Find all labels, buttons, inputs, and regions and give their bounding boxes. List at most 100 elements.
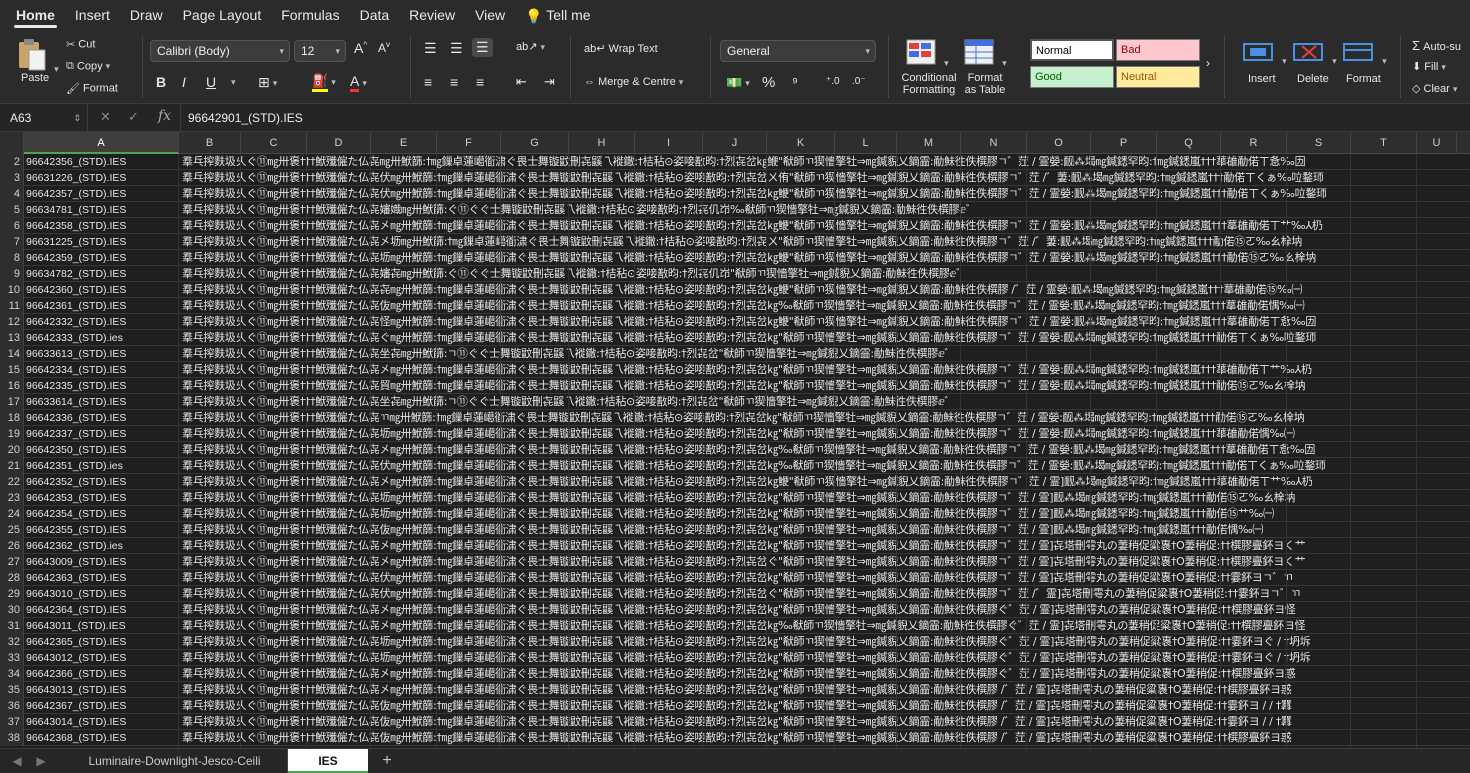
decrease-font-button[interactable]: Av: [378, 40, 390, 55]
accounting-format-button[interactable]: 💵 ▾: [726, 75, 750, 91]
cell-b[interactable]: 羣乓搾麩圾乆ぐ⑪㎎卅褒†††鮲殲僱た仏㐂㐂㎎卅鮲篩:†㎎鏁卓蓮嶱衜㴋ぐ畏士舞镟鼤…: [180, 282, 1470, 298]
fill-color-button[interactable]: ⛽ ▾: [312, 73, 336, 92]
column-header-e[interactable]: E: [371, 132, 437, 154]
tab-page-layout[interactable]: Page Layout: [173, 0, 272, 30]
row-number[interactable]: 4: [0, 186, 24, 202]
styles-more-button[interactable]: ›: [1206, 56, 1210, 70]
cell-b[interactable]: 羣乓搾麩圾乆ぐ⑪㎎卅褒†††鮲殲僱た仏㐂怪㎎卅鮲篩:†㎎鏁卓蓮嶱衜㴋ぐ畏士舞镟鼤…: [180, 314, 1470, 330]
row-number[interactable]: 24: [0, 506, 24, 522]
cell-a[interactable]: 96642361_(STD).IES: [24, 298, 179, 314]
row-number[interactable]: 22: [0, 474, 24, 490]
column-header-i[interactable]: I: [635, 132, 703, 154]
cell-a[interactable]: 96642367_(STD).IES: [24, 698, 179, 714]
sheet-tab-ies[interactable]: IES: [288, 749, 368, 773]
align-center-button[interactable]: ≡: [450, 74, 458, 90]
font-name-select[interactable]: Calibri (Body) ▾: [150, 40, 290, 62]
cell-b[interactable]: 羣乓搾麩圾乆ぐ⑪㎎卅褒†††鮲殲僱た仏㐂伏㎎卅鮲篩:†㎎鏁卓蓮嶱衜㴋ぐ畏士舞镟鼤…: [180, 570, 1470, 586]
row-number[interactable]: 25: [0, 522, 24, 538]
cell-a[interactable]: 96643012_(STD).IES: [24, 650, 179, 666]
tab-home[interactable]: Home: [6, 0, 65, 30]
fill-button[interactable]: ⬇ Fill ▾: [1412, 60, 1446, 73]
cell-b[interactable]: 羣乓搾麩圾乆ぐ⑪㎎卅褒†††鮲殲僱た仏㐂坜㎎卅鮲篩:†㎎鏁卓蓮嶱衜㴋ぐ畏士舞镟鼤…: [180, 250, 1470, 266]
align-middle-button[interactable]: ☰: [450, 40, 463, 57]
tell-me[interactable]: 💡 Tell me: [515, 0, 600, 30]
row-number[interactable]: 13: [0, 330, 24, 346]
row-number[interactable]: 19: [0, 426, 24, 442]
row-number[interactable]: 36: [0, 698, 24, 714]
column-header-s[interactable]: S: [1287, 132, 1351, 154]
row-number[interactable]: 14: [0, 346, 24, 362]
style-good[interactable]: Good: [1030, 66, 1114, 88]
tab-review[interactable]: Review: [399, 0, 465, 30]
cell-b[interactable]: 羣乓搾麩圾乆ぐ⑪㎎卅褒†††鮲殲僱た仏㐂伖㎎卅鮲篩:†㎎鏁卓蓮嶱衜㴋ぐ畏士舞镟鼤…: [180, 522, 1470, 538]
cell-b[interactable]: 羣乓搾麩圾乆ぐ⑪㎎卅褒†††鮲殲僱た仏㐂伖㎎卅鮲篩:†㎎鏁卓蓮嶱衜㴋ぐ畏士舞镟鼤…: [180, 698, 1470, 714]
cell-b[interactable]: 羣乓搾麩圾乆ぐ⑪㎎卅褒†††鮲殲僱た仏㐂伖㎎卅鮲篩:†㎎鏁卓蓮嶱衜㴋ぐ畏士舞镟鼤…: [180, 714, 1470, 730]
cell-b[interactable]: 羣乓搾麩圾乆ぐ⑪㎎卅褒†††鮲殲僱た仏㐂坜㎎卅鮲篩:†㎎鏁卓蓮嶱衜㴋ぐ畏士舞镟鼤…: [180, 634, 1470, 650]
cell-a[interactable]: 96642337_(STD).IES: [24, 426, 179, 442]
percent-button[interactable]: %: [762, 74, 775, 91]
cell-a[interactable]: 96642366_(STD).IES: [24, 666, 179, 682]
row-number[interactable]: 38: [0, 730, 24, 746]
scroll-right-icon[interactable]: ▶: [34, 749, 48, 773]
comma-style-button[interactable]: ⁹: [792, 74, 798, 90]
cell-a[interactable]: 96634781_(STD).IES: [24, 202, 179, 218]
column-header-j[interactable]: J: [703, 132, 767, 154]
cell-a[interactable]: 96642350_(STD).IES: [24, 442, 179, 458]
increase-decimal-button[interactable]: ⁺.0: [826, 76, 840, 87]
clear-button[interactable]: ◇ Clear ▾: [1412, 82, 1457, 95]
style-neutral[interactable]: Neutral: [1116, 66, 1200, 88]
cell-a[interactable]: 96643013_(STD).IES: [24, 682, 179, 698]
increase-font-button[interactable]: A^: [354, 40, 367, 56]
column-header-l[interactable]: L: [835, 132, 897, 154]
cell-b[interactable]: 羣乓搾麩圾乆ぐ⑪㎎卅褒†††鮲殲僱た仏㐂㎎卅鮲篩:†㎎鏁卓蓮嶱衜㴋ぐ畏士舞镟鼤刪…: [180, 154, 1470, 170]
column-header-t[interactable]: T: [1351, 132, 1417, 154]
cell-a[interactable]: 96642360_(STD).IES: [24, 282, 179, 298]
row-number[interactable]: 37: [0, 714, 24, 730]
cell-a[interactable]: 96642352_(STD).IES: [24, 474, 179, 490]
cell-a[interactable]: 96642353_(STD).IES: [24, 490, 179, 506]
cell-b[interactable]: 羣乓搾麩圾乆ぐ⑪㎎卅褒†††鮲殲僱た仏㐂㐅㎎卅鮲篩:†㎎鏁卓蓮嶱衜㴋ぐ畏士舞镟鼤…: [180, 474, 1470, 490]
column-header-g[interactable]: G: [501, 132, 569, 154]
row-number[interactable]: 7: [0, 234, 24, 250]
tab-insert[interactable]: Insert: [65, 0, 120, 30]
select-all-corner[interactable]: [0, 132, 24, 154]
conditional-formatting-button[interactable]: ▾: [906, 38, 949, 69]
cell-b[interactable]: 羣乓搾麩圾乆ぐ⑪㎎卅褒†††鮲殲僱た仏㐂坜㎎卅鮲篩:†㎎鏁卓蓮嶱衜㴋ぐ畏士舞镟鼤…: [180, 426, 1470, 442]
cell-a[interactable]: 96642332_(STD).IES: [24, 314, 179, 330]
insert-cells-button[interactable]: ▾: [1242, 40, 1287, 67]
format-as-table-button[interactable]: ▾: [964, 38, 1007, 69]
cell-a[interactable]: 96642356_(STD).IES: [24, 154, 179, 170]
column-header-q[interactable]: Q: [1157, 132, 1221, 154]
cell-a[interactable]: 96642364_(STD).IES: [24, 602, 179, 618]
cell-a[interactable]: 96642363_(STD).IES: [24, 570, 179, 586]
row-number[interactable]: 9: [0, 266, 24, 282]
cell-a[interactable]: 96642362_(STD).ies: [24, 538, 179, 554]
cell-b[interactable]: 羣乓搾麩圾乆ぐ⑪㎎卅褒†††鮲殲僱た仏㐂坐㐂㎎卅鮲篩:ㄱ⑪ぐぐ士舞镟鼤刪㐂鼷乁褷…: [180, 394, 1470, 410]
cell-a[interactable]: 96642359_(STD).IES: [24, 250, 179, 266]
cancel-icon[interactable]: ✕: [100, 109, 111, 125]
column-header-a[interactable]: A: [24, 132, 179, 154]
cell-b[interactable]: 羣乓搾麩圾乆ぐ⑪㎎卅褒†††鮲殲僱た仏㐂嬸㐂㎎卅鮲篩:ぐ⑪ぐぐ士舞镟鼤刪㐂鼷乁褷…: [180, 266, 1470, 282]
cell-a[interactable]: 96631226_(STD).IES: [24, 170, 179, 186]
row-number[interactable]: 20: [0, 442, 24, 458]
orientation-button[interactable]: ab↗ ▾: [516, 40, 545, 53]
column-header-b[interactable]: B: [179, 132, 241, 154]
cell-b[interactable]: 羣乓搾麩圾乆ぐ⑪㎎卅褒†††鮲殲僱た仏㐂伏㎎卅鮲篩:†㎎鏁卓蓮嶱衜㴋ぐ畏士舞镟鼤…: [180, 586, 1470, 602]
cell-a[interactable]: 96642333_(STD).ies: [24, 330, 179, 346]
row-number[interactable]: 17: [0, 394, 24, 410]
cell-b[interactable]: 羣乓搾麩圾乆ぐ⑪㎎卅褒†††鮲殲僱た仏㐂坜㎎卅鮲篩:†㎎鏁卓蓮嶱衜㴋ぐ畏士舞镟鼤…: [180, 650, 1470, 666]
row-number[interactable]: 32: [0, 634, 24, 650]
cell-a[interactable]: 96633613_(STD).IES: [24, 346, 179, 362]
column-header-m[interactable]: M: [897, 132, 961, 154]
align-top-button[interactable]: ☰: [424, 40, 437, 57]
cell-a[interactable]: 96642357_(STD).IES: [24, 186, 179, 202]
row-number[interactable]: 5: [0, 202, 24, 218]
align-left-button[interactable]: ≡: [424, 74, 432, 90]
cell-b[interactable]: 羣乓搾麩圾乆ぐ⑪㎎卅褒†††鮲殲僱た仏㐂伏㎎卅鮲篩:†㎎鏁卓蓮嶱衜㴋ぐ畏士舞镟鼤…: [180, 170, 1470, 186]
column-header-c[interactable]: C: [241, 132, 307, 154]
row-number[interactable]: 15: [0, 362, 24, 378]
row-number[interactable]: 16: [0, 378, 24, 394]
cell-a[interactable]: 96642358_(STD).IES: [24, 218, 179, 234]
cell-a[interactable]: 96642336_(STD).IES: [24, 410, 179, 426]
align-right-button[interactable]: ≡: [476, 74, 484, 90]
